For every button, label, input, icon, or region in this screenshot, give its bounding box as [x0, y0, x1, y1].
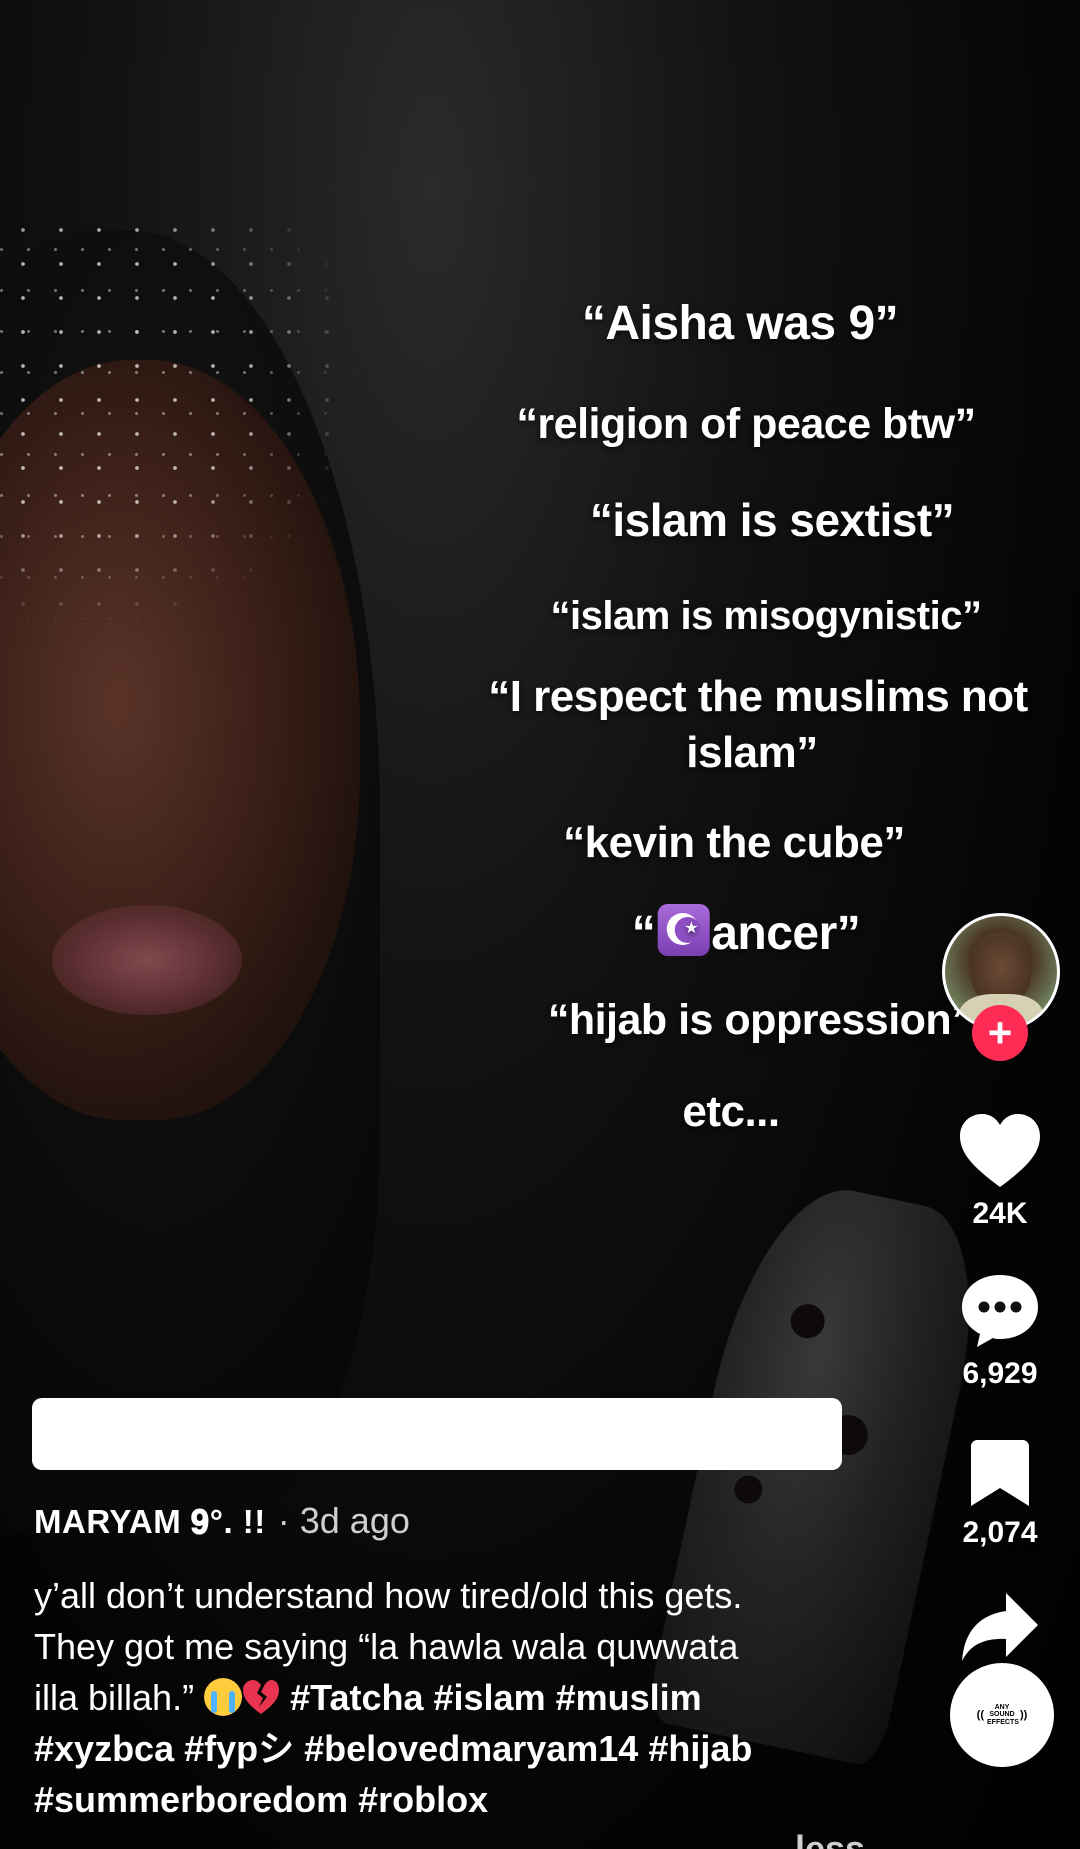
overlay-open-quote: “: [631, 907, 656, 960]
heart-icon: [960, 1114, 1040, 1187]
comment-count: 6,929: [962, 1357, 1038, 1390]
overlay-line-5: “I respect the muslims not: [488, 672, 1028, 721]
caption-line-3-text: illa billah.”: [34, 1677, 195, 1718]
caption-line-1: y’all don’t understand how tired/old thi…: [34, 1575, 743, 1616]
comment-button[interactable]: 6,929: [930, 1273, 1070, 1391]
bookmark-icon: [971, 1440, 1029, 1506]
sound-disc-label: ANY SOUND EFFECTS: [987, 1703, 1019, 1726]
hashtags-line-5[interactable]: #summerboredom #roblox: [34, 1774, 864, 1825]
overlay-line-6: islam”: [686, 728, 818, 777]
video-overlay-text: “Aisha was 9” “religion of peace btw” “i…: [0, 0, 1080, 1136]
post-caption[interactable]: y’all don’t understand how tired/old thi…: [34, 1570, 864, 1825]
overlay-line-9: “hijab is oppression”: [547, 996, 973, 1044]
like-count: 24K: [972, 1197, 1028, 1230]
caption-less-button[interactable]: less: [795, 1828, 865, 1849]
follow-button[interactable]: +: [972, 1005, 1028, 1061]
overlay-line-2: “religion of peace btw”: [516, 400, 976, 448]
broken-heart-emoji-icon: [243, 1680, 280, 1714]
post-time-text: 3d ago: [299, 1500, 410, 1541]
like-button[interactable]: 24K: [930, 1113, 1070, 1231]
overlay-line-7: “kevin the cube”: [563, 818, 905, 867]
tiktok-video-screen[interactable]: “Aisha was 9” “religion of peace btw” “i…: [0, 0, 1080, 1849]
author-username[interactable]: MARYAM 𝟗°. !!: [34, 1503, 266, 1542]
share-arrow-icon: [962, 1593, 1038, 1661]
sound-disc-button[interactable]: (( ANY SOUND EFFECTS )): [950, 1663, 1054, 1767]
post-meta: MARYAM 𝟗°. !! · 3d ago: [34, 1500, 410, 1542]
overlay-line-10: etc...: [682, 1087, 780, 1136]
caption-line-3: illa billah.” #Tatcha #islam #muslim: [34, 1672, 864, 1723]
comment-bubble-icon: [962, 1275, 1038, 1347]
overlay-line-3: “islam is sextist”: [589, 494, 955, 546]
caption-line-2: They got me saying “la hawla wala quwwat…: [34, 1626, 739, 1667]
save-count: 2,074: [962, 1516, 1038, 1549]
star-crescent-emoji-icon: ★: [657, 904, 710, 956]
meta-separator: ·: [277, 1500, 290, 1541]
hashtags-line-4[interactable]: #xyzbca #fypシ #belovedmaryam14 #hijab: [34, 1723, 864, 1774]
post-time: · 3d ago: [278, 1500, 410, 1542]
sob-emoji-icon: [204, 1678, 243, 1716]
overlay-cancer-text: ancer”: [711, 907, 861, 960]
overlay-line-1: “Aisha was 9”: [581, 297, 899, 350]
search-bar[interactable]: [32, 1398, 842, 1470]
overlay-line-8: “★ ancer”: [632, 904, 861, 961]
hashtags-line-3[interactable]: #Tatcha #islam #muslim: [290, 1677, 702, 1718]
sound-disc-icon: (( ANY SOUND EFFECTS )): [976, 1703, 1028, 1726]
overlay-line-4: “islam is misogynistic”: [550, 594, 982, 638]
save-button[interactable]: 2,074: [930, 1440, 1070, 1550]
